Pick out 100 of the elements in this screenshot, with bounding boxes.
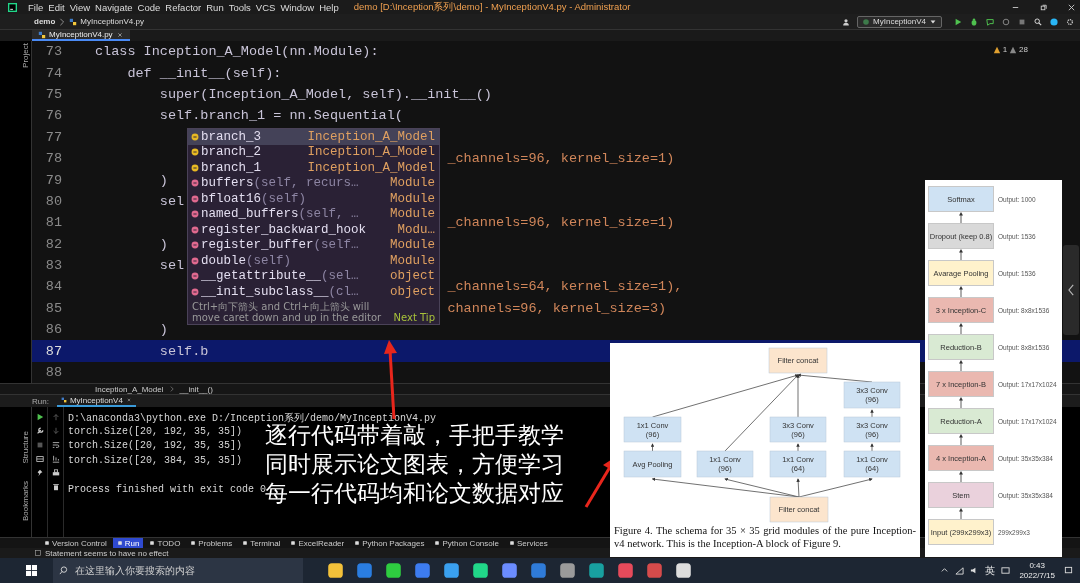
completion-item[interactable]: __init_subclass__(cl… object <box>188 284 439 300</box>
side-tool-tab[interactable]: Structure <box>21 428 30 465</box>
search-icon[interactable] <box>1034 17 1042 26</box>
completion-item[interactable]: branch_2 Inception_A_Model <box>188 144 439 160</box>
search-icon[interactable] <box>59 566 68 575</box>
warning-icon[interactable] <box>992 45 1001 54</box>
tool-window-button[interactable]: Version Control <box>40 538 111 548</box>
code-line: self.branch_1 = nn.Sequential( <box>158 108 403 124</box>
windows-start-icon[interactable] <box>26 565 37 576</box>
app-tile-icon[interactable] <box>588 562 605 579</box>
tool-window-icon <box>354 540 361 546</box>
app-tile-icon[interactable] <box>559 562 576 579</box>
tool-window-button[interactable]: Run <box>112 538 144 548</box>
app-tile-icon[interactable] <box>443 562 460 579</box>
clock-time[interactable]: 0:43 <box>1029 560 1045 571</box>
menu-item[interactable]: Edit <box>48 1 65 13</box>
wrench-icon[interactable] <box>35 427 44 435</box>
layout-icon[interactable] <box>35 455 44 463</box>
completion-item[interactable]: __getattribute__(sel… object <box>188 268 439 284</box>
tool-window-button[interactable]: Services <box>504 538 552 548</box>
menu-item[interactable]: View <box>69 1 91 13</box>
weak-warning-count[interactable]: 28 <box>1019 45 1028 54</box>
menu-item[interactable]: Navigate <box>95 1 133 13</box>
menu-item[interactable]: Refactor <box>165 1 202 13</box>
tool-window-button[interactable]: ExcelReader <box>286 538 349 548</box>
menu-item[interactable]: Help <box>319 1 339 13</box>
tool-window-button[interactable]: Problems <box>186 538 237 548</box>
flow-arrow <box>958 249 964 260</box>
menu-item[interactable]: Code <box>137 1 161 13</box>
stop-icon[interactable] <box>1018 17 1026 26</box>
soft-wrap-icon[interactable] <box>51 441 60 449</box>
app-tile-icon[interactable] <box>472 562 489 579</box>
user-icon[interactable] <box>842 17 851 26</box>
next-tip-link[interactable]: Next Tip <box>393 311 435 323</box>
line-number: 79 <box>44 172 62 188</box>
chevron-icon <box>58 17 67 26</box>
code-line: ) <box>158 322 168 338</box>
menu-item[interactable]: Run <box>206 1 224 13</box>
input-method-indicator[interactable]: 英 <box>985 563 996 578</box>
warning-count[interactable]: 1 <box>1002 45 1008 54</box>
app-tile-icon[interactable] <box>385 562 402 579</box>
app-tile-icon[interactable] <box>501 562 518 579</box>
scroll-end-icon[interactable] <box>51 455 60 463</box>
completion-item[interactable]: buffers(self, recurs… Module <box>188 175 439 191</box>
completion-item[interactable]: register_buffer(self… Module <box>188 237 439 253</box>
line-number: 84 <box>44 279 62 295</box>
line-number: 73 <box>44 44 62 60</box>
menu-item[interactable]: Window <box>280 1 315 13</box>
bug-icon[interactable] <box>970 17 978 26</box>
breadcrumb-item[interactable]: __init__() <box>179 384 213 394</box>
completion-item[interactable]: named_buffers(self, … Module <box>188 206 439 222</box>
chevron-up-icon[interactable] <box>940 566 950 575</box>
breadcrumb-item[interactable]: Inception_A_Model <box>95 384 164 394</box>
app-tile-icon[interactable] <box>617 562 634 579</box>
run-icon[interactable] <box>954 17 962 26</box>
close-icon[interactable] <box>115 30 124 39</box>
completion-item[interactable]: double(self) Module <box>188 253 439 269</box>
app-tile-icon[interactable] <box>414 562 431 579</box>
line-number: 74 <box>44 65 62 81</box>
method-icon <box>191 256 199 265</box>
completion-item[interactable]: register_backward_hook Modu… <box>188 222 439 238</box>
tool-window-icon <box>44 540 50 546</box>
tool-window-button[interactable]: Python Packages <box>350 538 429 548</box>
network-icon[interactable] <box>955 566 965 575</box>
restore-icon[interactable] <box>1039 2 1048 12</box>
clock-date[interactable]: 2022/7/15 <box>1019 570 1055 581</box>
app-tile-icon[interactable] <box>646 562 663 579</box>
close-icon[interactable] <box>1067 2 1076 12</box>
tool-window-button[interactable]: Terminal <box>238 538 285 548</box>
taskbar-search-field[interactable]: 在这里输入你要搜索的内容 <box>53 558 303 583</box>
completion-item[interactable]: branch_3 Inception_A_Model <box>188 129 439 145</box>
menu-item[interactable]: File <box>28 1 44 13</box>
breadcrumb-item[interactable]: MyInceptionV4.py <box>80 17 144 26</box>
print-icon[interactable] <box>51 469 60 477</box>
chevron-left-icon[interactable] <box>1067 284 1075 296</box>
stop-icon[interactable] <box>35 441 44 449</box>
panel-toggle-icon[interactable] <box>35 550 41 556</box>
rerun-icon[interactable] <box>35 413 44 421</box>
tool-window-button[interactable]: Python Console <box>430 538 503 548</box>
tool-window-button[interactable]: TODO <box>145 538 185 548</box>
project-tool-tab[interactable]: Project <box>21 41 30 70</box>
status-message: Statement seems to have no effect <box>45 548 169 558</box>
side-tool-tab[interactable]: Bookmarks <box>21 479 30 523</box>
notification-icon[interactable] <box>1064 566 1073 575</box>
subtitle-line: 逐行代码带着敲，手把手教学 <box>265 422 564 448</box>
app-tile-icon[interactable] <box>356 562 373 579</box>
run-config-dropdown[interactable]: MyInceptionV4 <box>857 15 942 28</box>
breadcrumb-item[interactable]: demo <box>34 17 56 26</box>
app-tile-icon[interactable] <box>675 562 692 579</box>
completion-item[interactable]: bfloat16(self) Module <box>188 191 439 207</box>
trash-icon[interactable] <box>51 483 60 491</box>
pin-icon[interactable] <box>35 469 44 477</box>
weak-warning-icon[interactable] <box>1009 45 1018 54</box>
completion-item[interactable]: branch_1 Inception_A_Model <box>188 160 439 176</box>
menu-item[interactable]: VCS <box>255 1 276 13</box>
app-tile-icon[interactable] <box>327 562 344 579</box>
keyboard-icon[interactable] <box>1001 566 1011 575</box>
code-line: _channels=96, kernel_size=1) <box>447 215 675 231</box>
menu-item[interactable]: Tools <box>228 1 251 13</box>
app-tile-icon[interactable] <box>530 562 547 579</box>
